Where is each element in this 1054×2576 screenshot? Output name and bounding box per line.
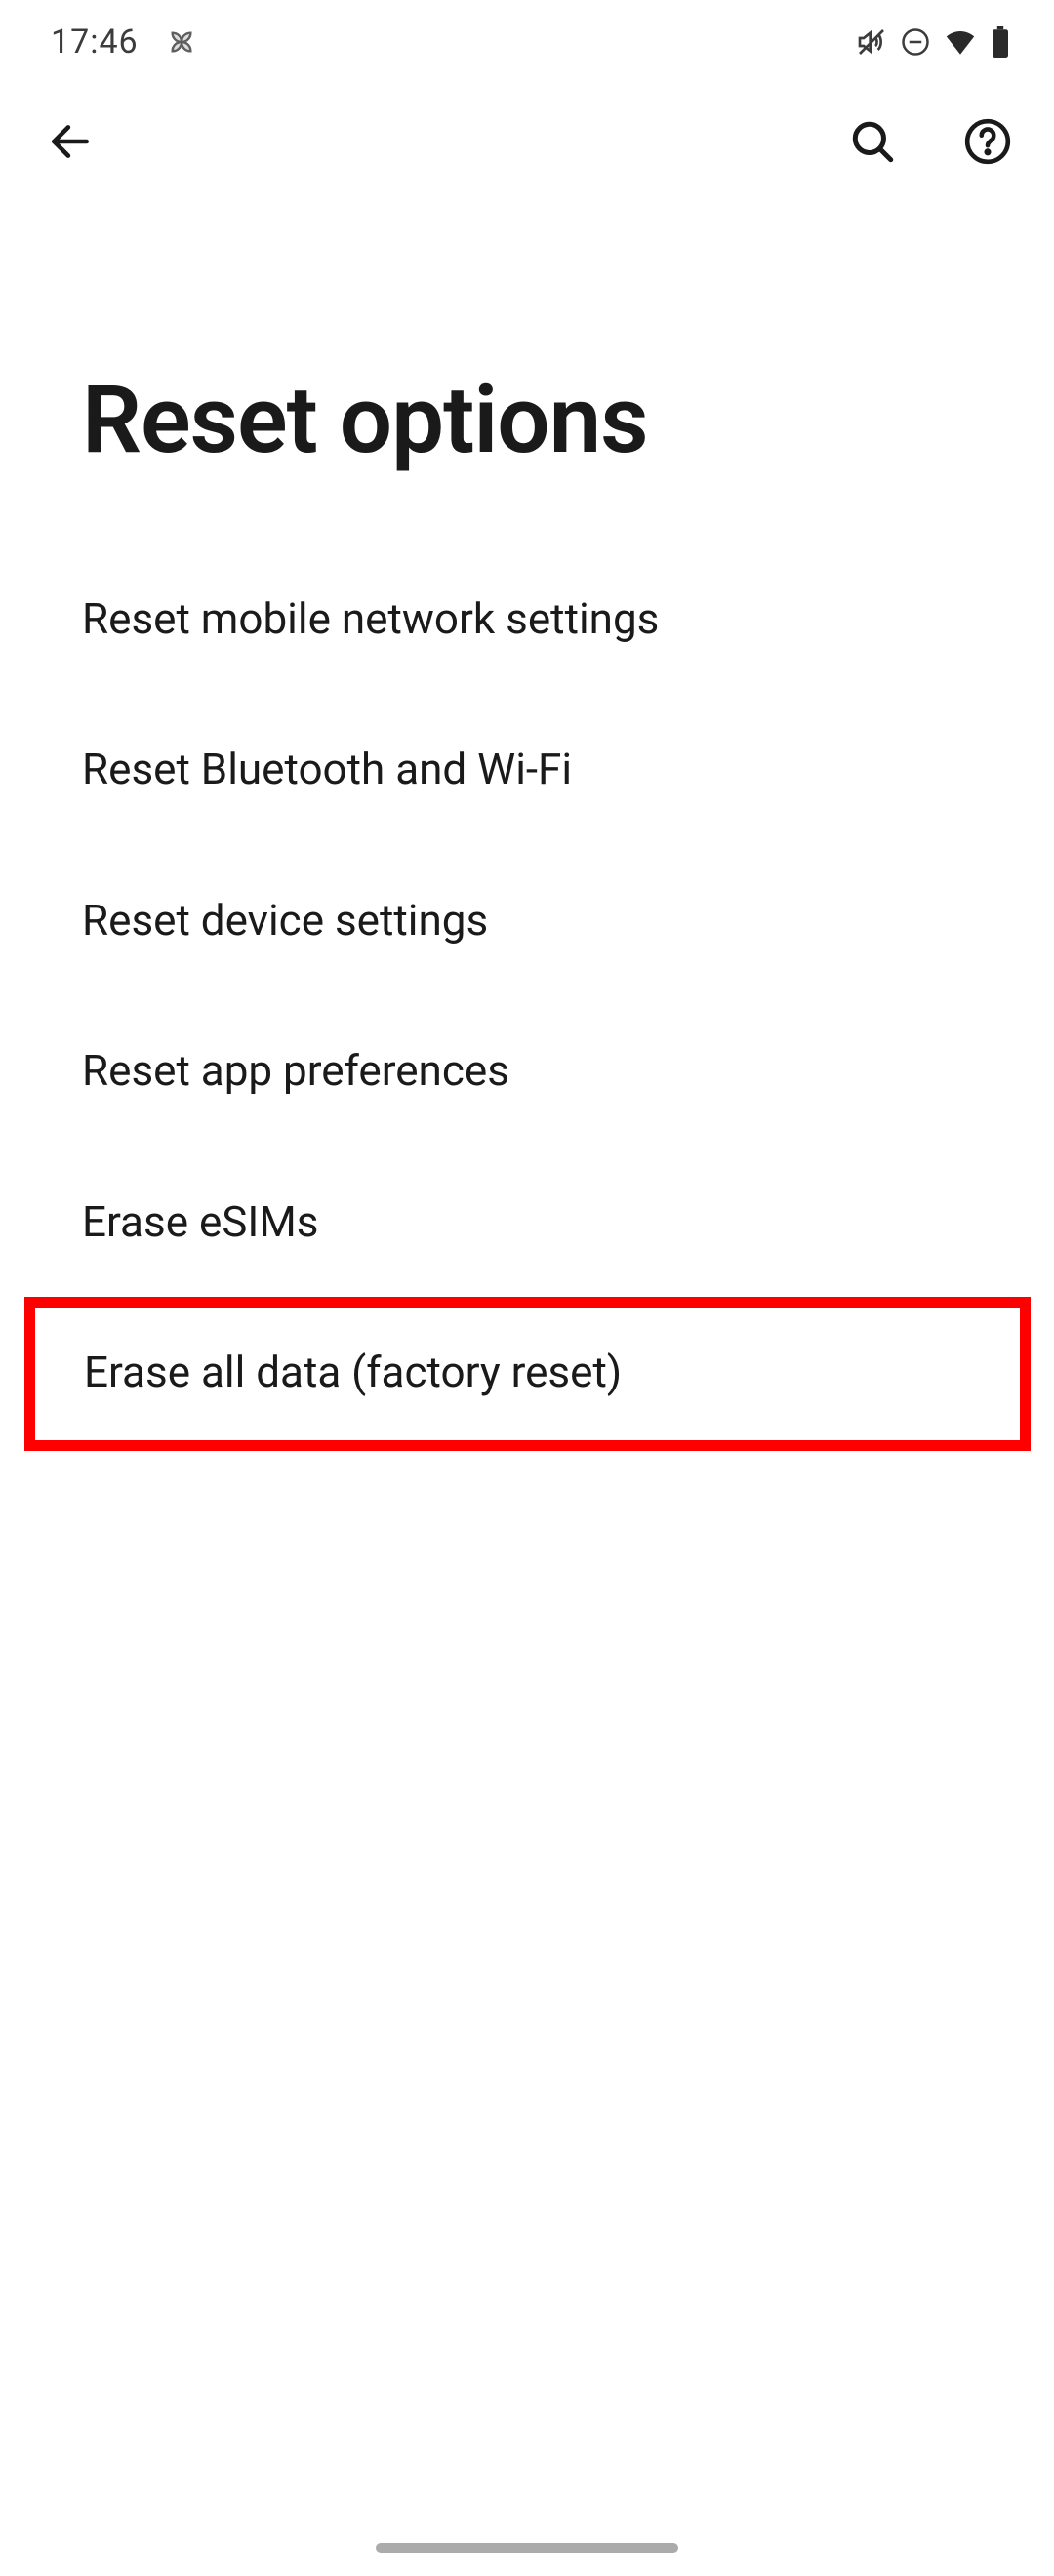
- status-left: 17:46: [51, 22, 197, 61]
- options-list: Reset mobile network settings Reset Blue…: [0, 543, 1054, 1451]
- search-button[interactable]: [843, 112, 902, 171]
- back-button[interactable]: [41, 112, 100, 171]
- do-not-disturb-icon: [901, 27, 930, 57]
- option-reset-mobile-network[interactable]: Reset mobile network settings: [0, 543, 1054, 694]
- mute-icon: [856, 26, 887, 58]
- option-erase-all-data[interactable]: Erase all data (factory reset): [24, 1297, 1031, 1451]
- page-title: Reset options: [82, 366, 1054, 475]
- app-bar: [0, 83, 1054, 200]
- status-right: [856, 25, 1010, 59]
- app-bar-left: [41, 112, 100, 171]
- wifi-icon: [944, 25, 977, 59]
- option-reset-bluetooth-wifi[interactable]: Reset Bluetooth and Wi-Fi: [0, 694, 1054, 844]
- battery-icon: [991, 26, 1010, 58]
- help-button[interactable]: [958, 112, 1017, 171]
- status-bar: 17:46: [0, 0, 1054, 83]
- option-reset-app-preferences[interactable]: Reset app preferences: [0, 995, 1054, 1146]
- option-reset-device-settings[interactable]: Reset device settings: [0, 845, 1054, 995]
- page-title-wrap: Reset options: [0, 200, 1054, 543]
- gesture-bar[interactable]: [376, 2543, 678, 2553]
- pinwheel-icon: [166, 26, 197, 58]
- option-erase-esims[interactable]: Erase eSIMs: [0, 1147, 1054, 1297]
- app-bar-right: [843, 112, 1017, 171]
- status-time: 17:46: [51, 22, 139, 61]
